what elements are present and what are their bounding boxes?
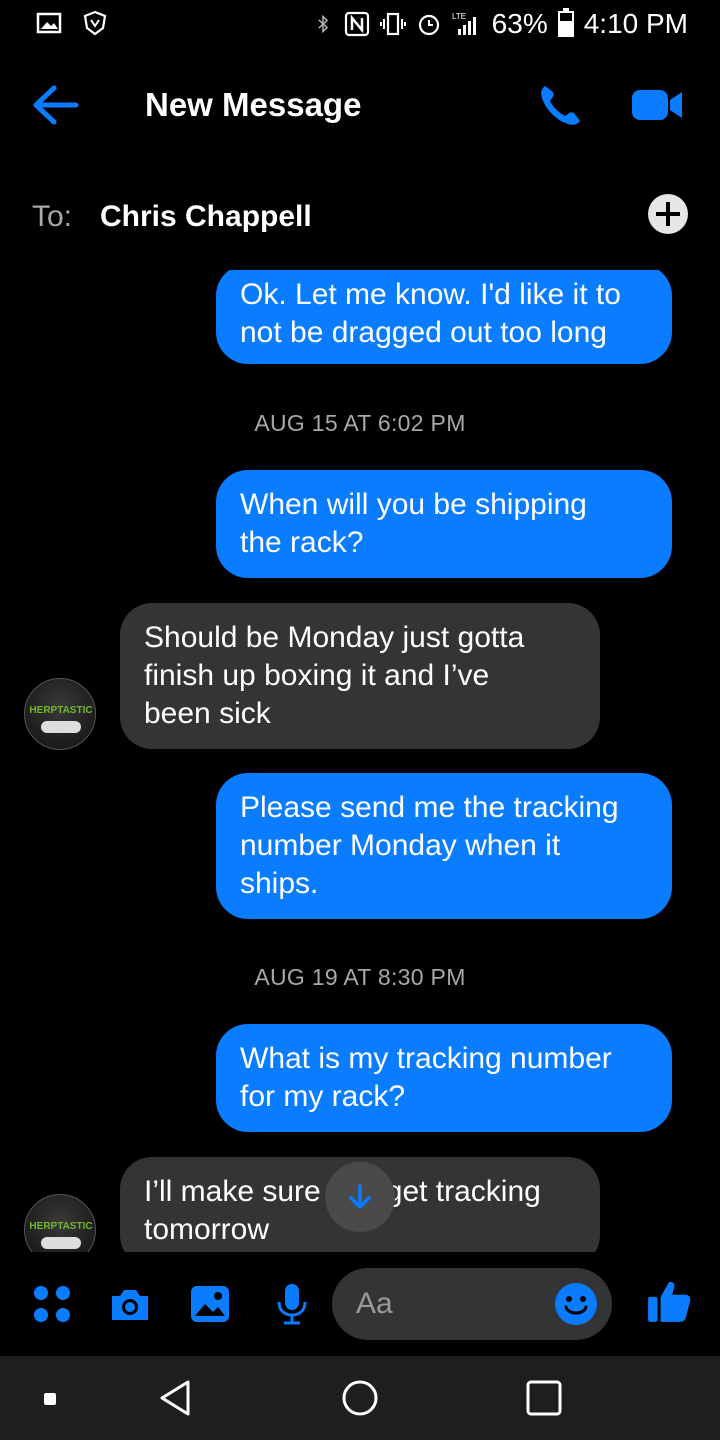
timestamp: AUG 19 AT 8:30 PM	[254, 964, 466, 990]
avatar[interactable]: HERPTASTIC	[24, 678, 96, 750]
back-arrow-icon[interactable]	[28, 80, 84, 130]
to-label: To:	[32, 200, 73, 233]
gallery-icon	[36, 12, 62, 34]
conversation-header: New Message	[0, 60, 720, 150]
message-bubble-incoming[interactable]: Should be Monday just gotta finish up bo…	[120, 603, 600, 749]
battery-icon	[557, 8, 574, 37]
thumbs-up-icon[interactable]	[646, 1278, 692, 1324]
shield-icon	[83, 10, 107, 36]
phone-icon[interactable]	[536, 80, 586, 130]
vibrate-icon	[379, 12, 406, 36]
emoji-icon[interactable]	[554, 1282, 598, 1326]
plus-icon[interactable]	[648, 194, 688, 234]
message-input-placeholder: Aa	[356, 1287, 393, 1320]
overview-square-icon[interactable]	[524, 1378, 564, 1418]
svg-text:LTE: LTE	[452, 12, 466, 21]
message-bubble-outgoing[interactable]: What is my tracking number for my rack?	[216, 1024, 672, 1132]
message-composer: Aa	[0, 1262, 720, 1346]
message-bubble-outgoing[interactable]: Ok. Let me know. I'd like it to not be d…	[216, 270, 672, 364]
arrow-down-icon	[349, 1184, 371, 1209]
apps-icon[interactable]	[30, 1282, 74, 1326]
recipient-row: To: Chris Chappell	[0, 190, 720, 246]
message-bubble-outgoing[interactable]: Please send me the tracking number Monda…	[216, 773, 672, 919]
avatar-logo: HERPTASTIC	[29, 1221, 93, 1232]
battery-percentage: 63%	[491, 8, 548, 39]
alarm-icon	[418, 14, 439, 36]
scroll-to-bottom-button[interactable]	[325, 1162, 395, 1232]
home-circle-icon[interactable]	[340, 1378, 380, 1418]
status-bar: LTE 63% 4:10 PM	[0, 0, 720, 50]
avatar[interactable]: HERPTASTIC	[24, 1194, 96, 1252]
microphone-icon[interactable]	[270, 1282, 314, 1326]
message-list[interactable]: Ok. Let me know. I'd like it to not be d…	[0, 270, 720, 1252]
avatar-logo: HERPTASTIC	[29, 705, 93, 716]
page-title: New Message	[145, 86, 362, 123]
photo-icon[interactable]	[188, 1282, 232, 1326]
nfc-icon	[344, 11, 369, 37]
timestamp: AUG 15 AT 6:02 PM	[254, 410, 466, 436]
bluetooth-icon	[317, 14, 328, 34]
system-nav-bar	[0, 1356, 720, 1440]
back-triangle-icon[interactable]	[156, 1378, 196, 1418]
video-camera-icon[interactable]	[628, 82, 686, 128]
signal-icon: LTE	[452, 12, 476, 35]
message-bubble-outgoing[interactable]: When will you be shipping the rack?	[216, 470, 672, 578]
recent-apps-dot-icon[interactable]	[44, 1393, 56, 1405]
clock: 4:10 PM	[583, 8, 688, 39]
camera-icon[interactable]	[108, 1282, 152, 1326]
recipient-name[interactable]: Chris Chappell	[100, 200, 312, 234]
message-input[interactable]: Aa	[332, 1268, 612, 1340]
